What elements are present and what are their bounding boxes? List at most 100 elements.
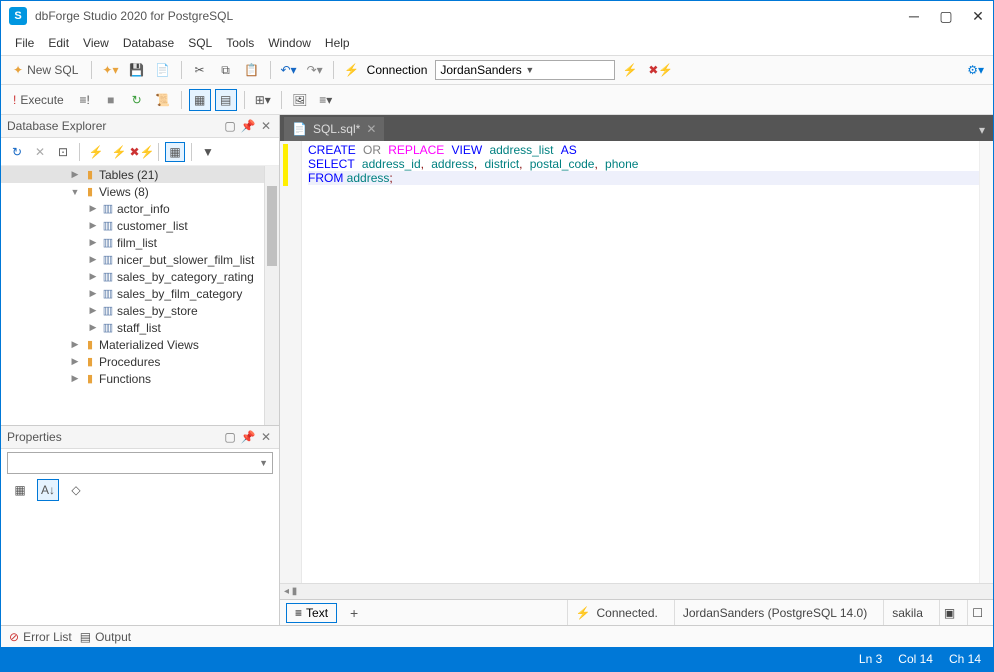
execute-button[interactable]: !Execute: [7, 89, 70, 111]
tab-close-icon[interactable]: ✕: [366, 122, 376, 136]
save-button[interactable]: 💾: [126, 59, 148, 81]
main-toolbar: ✦New SQL ✦▾ 💾 📄 ✂ ⧉ 📋 ↶▾ ↷▾ ⚡ Connection…: [1, 55, 993, 85]
view-icon: ▥: [99, 270, 117, 283]
view-mode-2[interactable]: ☐: [967, 600, 987, 625]
delete-button[interactable]: ✕: [30, 142, 50, 162]
titlebar: S dbForge Studio 2020 for PostgreSQL ─ ▢…: [1, 1, 993, 31]
tree-item[interactable]: ▶▥sales_by_store: [1, 302, 264, 319]
expand-icon[interactable]: ▶: [87, 288, 99, 299]
expand-icon[interactable]: ▶: [87, 305, 99, 316]
expand-icon[interactable]: ▶: [69, 356, 81, 367]
panel-close-icon[interactable]: ✕: [259, 119, 273, 133]
refresh-tree-button[interactable]: ↻: [7, 142, 27, 162]
tree-item[interactable]: ▶▥film_list: [1, 234, 264, 251]
menu-view[interactable]: View: [83, 36, 109, 50]
results-text-button[interactable]: ▤: [215, 89, 237, 111]
connection-icon[interactable]: ⚡: [341, 59, 363, 81]
menu-database[interactable]: Database: [123, 36, 174, 50]
close-button[interactable]: ✕: [971, 9, 985, 23]
view-icon: ▥: [99, 287, 117, 300]
props-sort-button[interactable]: A↓: [37, 479, 59, 501]
format-button[interactable]: ≡▾: [315, 89, 337, 111]
expand-icon[interactable]: ▶: [87, 203, 99, 214]
tree-scrollbar[interactable]: [264, 166, 279, 425]
tree-item[interactable]: ▶▥sales_by_film_category: [1, 285, 264, 302]
cut-button[interactable]: ✂: [189, 59, 211, 81]
tree-item[interactable]: ▶▥nicer_but_slower_film_list: [1, 251, 264, 268]
redo-button[interactable]: ↷▾: [304, 59, 326, 81]
props-cat-button[interactable]: ▦: [9, 479, 31, 501]
menu-help[interactable]: Help: [325, 36, 350, 50]
new-sql-button[interactable]: ✦New SQL: [7, 59, 84, 81]
tree-item[interactable]: ▼▮Views (8): [1, 183, 264, 200]
expand-icon[interactable]: ▶: [87, 220, 99, 231]
sql-editor[interactable]: CREATE OR REPLACE VIEW address_list AS S…: [302, 141, 993, 583]
expand-icon[interactable]: ▶: [69, 339, 81, 350]
image-button[interactable]: 🖼: [289, 89, 311, 111]
overview-ruler[interactable]: [979, 141, 993, 583]
save-all-button[interactable]: 📄: [152, 59, 174, 81]
tree-item[interactable]: ▶▮Procedures: [1, 353, 264, 370]
filter-button[interactable]: ▼: [198, 142, 218, 162]
tree-item[interactable]: ▶▮Functions: [1, 370, 264, 387]
horizontal-scrollbar[interactable]: ◂ ▮: [280, 583, 993, 599]
copy-button[interactable]: ⧉: [215, 59, 237, 81]
undo-button[interactable]: ↶▾: [278, 59, 300, 81]
tree-label: Tables (21): [99, 168, 158, 182]
expand-icon[interactable]: ▼: [69, 187, 81, 197]
results-text-tab[interactable]: ≡Text: [286, 603, 337, 623]
collapse-button[interactable]: ⊡: [53, 142, 73, 162]
expand-icon[interactable]: ▶: [87, 254, 99, 265]
tree-item[interactable]: ▶▥actor_info: [1, 200, 264, 217]
folder-icon: ▮: [81, 355, 99, 368]
properties-selector[interactable]: ▼: [7, 452, 273, 474]
menu-file[interactable]: File: [15, 36, 34, 50]
tab-menu-icon[interactable]: ▾: [975, 119, 989, 141]
db-tree[interactable]: ▶▮Tables (21)▼▮Views (8)▶▥actor_info▶▥cu…: [1, 166, 279, 425]
new-file-button[interactable]: ✦▾: [99, 59, 121, 81]
panel-window-icon[interactable]: ▢: [223, 119, 237, 133]
props-close-icon[interactable]: ✕: [259, 430, 273, 444]
refresh-button[interactable]: ↻: [126, 89, 148, 111]
indent-button[interactable]: ⊞▾: [252, 89, 274, 111]
minimize-button[interactable]: ─: [907, 9, 921, 23]
tree-item[interactable]: ▶▥staff_list: [1, 319, 264, 336]
new-connection-button[interactable]: ⚡: [619, 59, 641, 81]
menu-edit[interactable]: Edit: [48, 36, 69, 50]
tree-item[interactable]: ▶▮Materialized Views: [1, 336, 264, 353]
disconnect-button[interactable]: ✖⚡: [645, 59, 676, 81]
tree-item[interactable]: ▶▥customer_list: [1, 217, 264, 234]
menu-sql[interactable]: SQL: [188, 36, 212, 50]
add-tab-button[interactable]: +: [345, 605, 363, 621]
execute-step-button[interactable]: ≡!: [74, 89, 96, 111]
tree-item[interactable]: ▶▮Tables (21): [1, 166, 264, 183]
props-window-icon[interactable]: ▢: [223, 430, 237, 444]
conn2-icon[interactable]: ⚡: [109, 142, 129, 162]
error-list-tab[interactable]: ⊘Error List: [9, 630, 72, 644]
file-tab[interactable]: 📄 SQL.sql* ✕: [284, 117, 384, 141]
menu-tools[interactable]: Tools: [226, 36, 254, 50]
expand-icon[interactable]: ▶: [87, 237, 99, 248]
show-all-button[interactable]: ▦: [165, 142, 185, 162]
tree-item[interactable]: ▶▥sales_by_category_rating: [1, 268, 264, 285]
expand-icon[interactable]: ▶: [69, 373, 81, 384]
connect-icon[interactable]: ⚡: [86, 142, 106, 162]
props-pages-button[interactable]: ◇: [65, 479, 87, 501]
menu-window[interactable]: Window: [268, 36, 311, 50]
maximize-button[interactable]: ▢: [939, 9, 953, 23]
expand-icon[interactable]: ▶: [87, 271, 99, 282]
paste-button[interactable]: 📋: [241, 59, 263, 81]
view-mode-1[interactable]: ▣: [939, 600, 959, 625]
props-pin-icon[interactable]: 📌: [241, 430, 255, 444]
script-button[interactable]: 📜: [152, 89, 174, 111]
options-button[interactable]: ⚙▾: [964, 59, 987, 81]
status-line: Ln 3: [859, 652, 882, 666]
expand-icon[interactable]: ▶: [87, 322, 99, 333]
panel-pin-icon[interactable]: 📌: [241, 119, 255, 133]
expand-icon[interactable]: ▶: [69, 169, 81, 180]
output-tab[interactable]: ▤Output: [80, 630, 131, 644]
stop-button[interactable]: ■: [100, 89, 122, 111]
connection-dropdown[interactable]: JordanSanders ▼: [435, 60, 615, 80]
conn3-icon[interactable]: ✖⚡: [132, 142, 152, 162]
results-grid-button[interactable]: ▦: [189, 89, 211, 111]
